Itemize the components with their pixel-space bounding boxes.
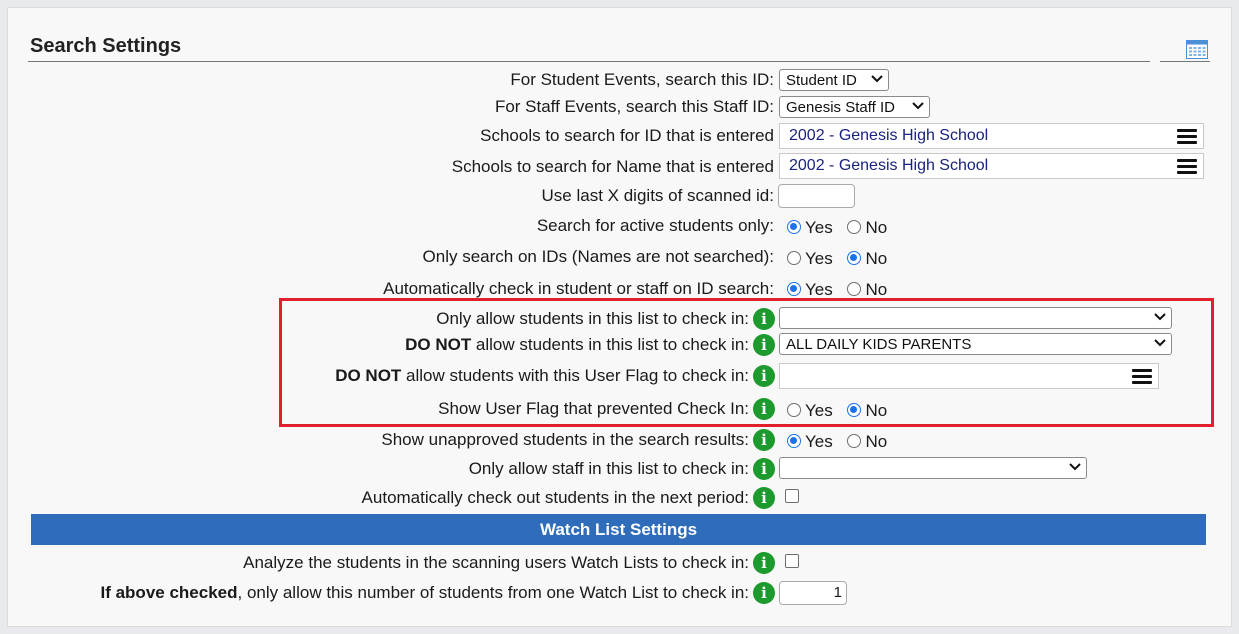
deny-list-label: DO NOT allow students in this list to ch…: [405, 335, 749, 355]
staff-id-select[interactable]: Genesis Staff ID: [779, 96, 930, 118]
info-icon[interactable]: i: [753, 365, 775, 387]
auto-checkin-yes-radio[interactable]: [787, 282, 801, 296]
no-label: No: [865, 432, 888, 451]
active-only-no-radio[interactable]: [847, 220, 862, 234]
chevron-down-icon: [1154, 313, 1166, 321]
allow-list-label: Only allow students in this list to chec…: [436, 309, 749, 328]
deny-list-select[interactable]: ALL DAILY KIDS PARENTS: [779, 333, 1172, 355]
limit-label: If above checked, only allow this number…: [100, 583, 749, 603]
calendar-icon[interactable]: [1186, 39, 1208, 59]
ids-only-radio-group: Yes No: [787, 249, 897, 269]
schools-name-multiselect[interactable]: 2002 - Genesis High School: [779, 153, 1204, 179]
watch-list-banner: Watch List Settings: [31, 514, 1206, 545]
active-only-yes-radio[interactable]: [787, 220, 801, 234]
chevron-down-icon: [871, 75, 883, 83]
hamburger-menu-icon[interactable]: [1177, 159, 1197, 175]
info-icon[interactable]: i: [753, 458, 775, 480]
show-unapproved-no-radio[interactable]: [847, 434, 862, 448]
icon-divider: [1160, 61, 1210, 62]
limit-label-bold: If above checked: [100, 583, 238, 602]
active-only-radio-group: Yes No: [787, 218, 897, 238]
yes-label: Yes: [805, 249, 833, 268]
hamburger-menu-icon[interactable]: [1132, 369, 1152, 385]
show-unapproved-yes-radio[interactable]: [787, 434, 801, 448]
deny-flag-label: DO NOT allow students with this User Fla…: [335, 366, 749, 386]
schools-name-label: Schools to search for Name that is enter…: [451, 157, 774, 176]
info-icon[interactable]: i: [753, 398, 775, 420]
allow-list-select[interactable]: [779, 307, 1172, 329]
show-flag-yes-radio[interactable]: [787, 403, 801, 417]
auto-checkout-checkbox[interactable]: [785, 489, 799, 503]
schools-name-value: 2002 - Genesis High School: [789, 157, 989, 174]
deny-flag-label-bold: DO NOT: [335, 366, 402, 385]
analyze-label: Analyze the students in the scanning use…: [243, 553, 749, 572]
auto-checkin-radio-group: Yes No: [787, 280, 897, 300]
student-id-value: Student ID: [786, 72, 857, 89]
student-id-label: For Student Events, search this ID:: [510, 70, 774, 89]
no-label: No: [865, 218, 888, 237]
limit-label-rest: , only allow this number of students fro…: [237, 583, 750, 602]
last-digits-label: Use last X digits of scanned id:: [541, 186, 774, 205]
student-id-select[interactable]: Student ID: [779, 69, 889, 91]
staff-id-value: Genesis Staff ID: [786, 99, 895, 116]
deny-list-value: ALL DAILY KIDS PARENTS: [786, 336, 972, 353]
deny-list-label-bold: DO NOT: [405, 335, 472, 354]
chevron-down-icon: [1069, 463, 1081, 471]
deny-flag-multiselect[interactable]: [779, 363, 1159, 389]
auto-checkin-label: Automatically check in student or staff …: [383, 279, 774, 298]
active-only-label: Search for active students only:: [536, 216, 774, 235]
staff-list-label: Only allow staff in this list to check i…: [468, 459, 749, 478]
auto-checkout-label: Automatically check out students in the …: [361, 488, 749, 507]
analyze-checkbox[interactable]: [785, 554, 799, 568]
ids-only-yes-radio[interactable]: [787, 251, 801, 265]
no-label: No: [865, 280, 888, 299]
show-flag-label: Show User Flag that prevented Check In:: [438, 399, 749, 418]
schools-id-multiselect[interactable]: 2002 - Genesis High School: [779, 123, 1204, 149]
chevron-down-icon: [1154, 339, 1166, 347]
chevron-down-icon: [912, 102, 924, 110]
show-flag-no-radio[interactable]: [847, 403, 862, 417]
hamburger-menu-icon[interactable]: [1177, 129, 1197, 145]
show-unapproved-label: Show unapproved students in the search r…: [381, 430, 749, 449]
deny-flag-label-rest: allow students with this User Flag to ch…: [401, 366, 749, 385]
deny-list-label-rest: allow students in this list to check in:: [471, 335, 749, 354]
yes-label: Yes: [805, 401, 833, 420]
show-flag-radio-group: Yes No: [787, 401, 897, 421]
limit-input[interactable]: 1: [779, 581, 847, 605]
info-icon[interactable]: i: [753, 552, 775, 574]
no-label: No: [865, 401, 888, 420]
ids-only-no-radio[interactable]: [847, 251, 862, 265]
info-icon[interactable]: i: [753, 429, 775, 451]
last-digits-input[interactable]: [778, 184, 855, 208]
schools-id-value: 2002 - Genesis High School: [789, 127, 989, 144]
staff-list-select[interactable]: [779, 457, 1087, 479]
auto-checkin-no-radio[interactable]: [847, 282, 862, 296]
info-icon[interactable]: i: [753, 487, 775, 509]
staff-id-label: For Staff Events, search this Staff ID:: [494, 97, 774, 116]
yes-label: Yes: [805, 280, 833, 299]
no-label: No: [865, 249, 888, 268]
info-icon[interactable]: i: [753, 334, 775, 356]
title-divider: [28, 61, 1150, 62]
show-unapproved-radio-group: Yes No: [787, 432, 897, 452]
schools-id-label: Schools to search for ID that is entered: [480, 126, 774, 145]
yes-label: Yes: [805, 218, 833, 237]
info-icon[interactable]: i: [753, 582, 775, 604]
info-icon[interactable]: i: [753, 308, 775, 330]
ids-only-label: Only search on IDs (Names are not search…: [422, 247, 774, 266]
page-title: Search Settings: [30, 35, 182, 57]
yes-label: Yes: [805, 432, 833, 451]
